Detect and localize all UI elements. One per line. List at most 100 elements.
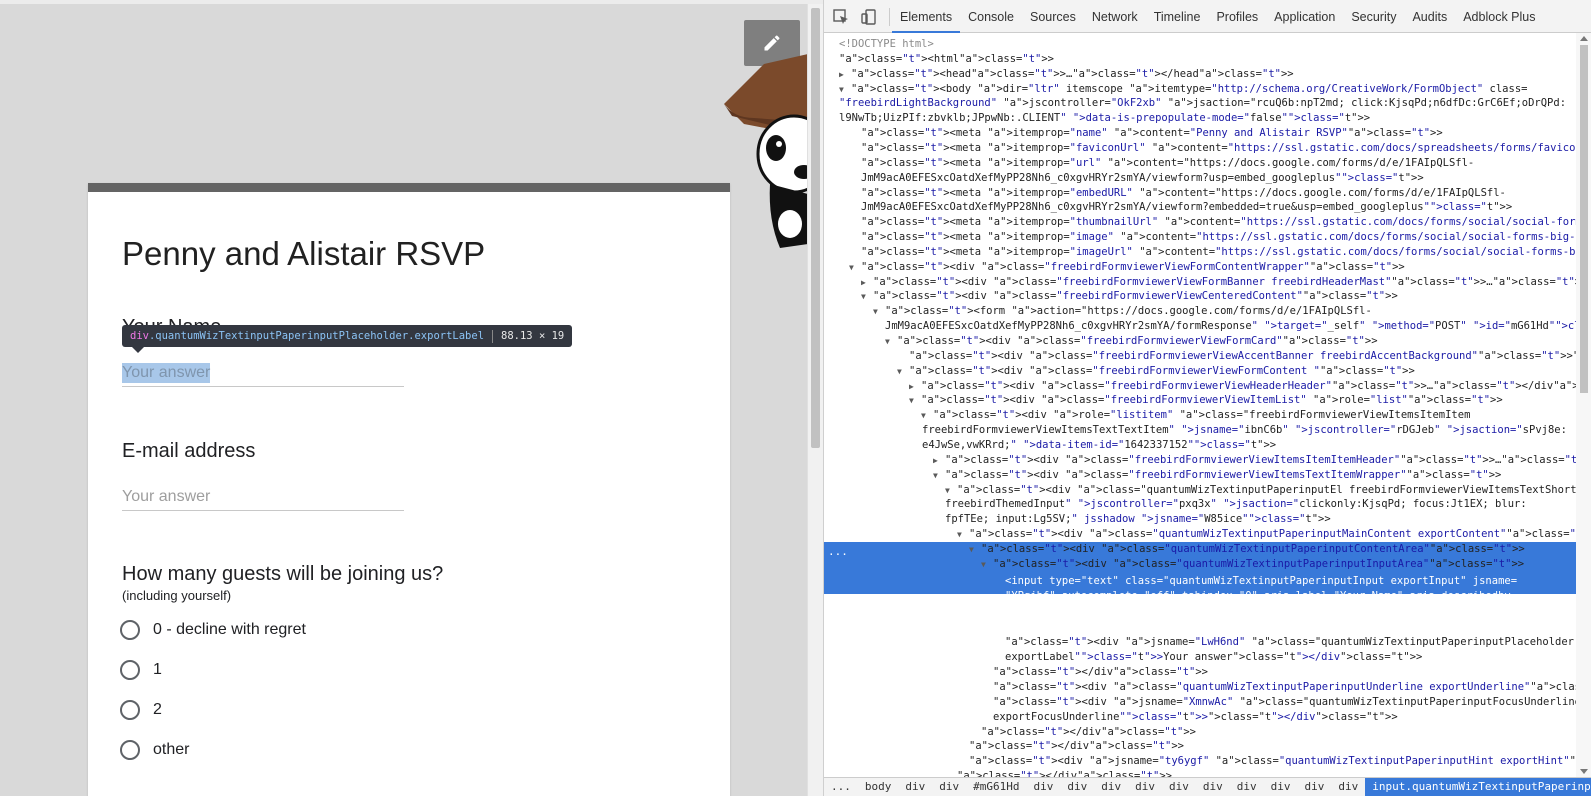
radio-option-0[interactable]: 0 - decline with regret [120,618,306,642]
breadcrumb-item[interactable]: div [1264,778,1298,796]
collapse-arrow-icon[interactable]: ▼ [969,543,974,558]
dom-line[interactable]: "a">class="t"><div "a">jsname="LwH6nd" "… [1005,635,1574,650]
breadcrumb-item[interactable]: div [1230,778,1264,796]
collapse-arrow-icon[interactable]: ▼ [839,83,844,98]
tab-security[interactable]: Security [1343,0,1404,33]
breadcrumb-item[interactable]: div [1094,778,1128,796]
tab-network[interactable]: Network [1084,0,1146,33]
dom-line[interactable]: "YPqjbf" autocomplete="off" tabindex="0"… [1005,589,1517,604]
radio-option-1[interactable]: 1 [120,658,162,682]
dom-line[interactable]: fpfTEe; input:Lg5SV;" jsshadow ">jsname=… [945,512,1331,527]
dom-tree-scrollbar-thumb[interactable] [1580,45,1588,393]
expand-arrow-icon[interactable]: ▶ [909,380,914,395]
tab-audits[interactable]: Audits [1404,0,1455,33]
dom-tree[interactable]: ... <input type="text" class="quantumWiz… [824,33,1576,777]
radio-button[interactable] [120,700,140,720]
dom-line[interactable]: <input type="text" class="quantumWizText… [1005,574,1517,589]
collapse-arrow-icon[interactable]: ▼ [945,484,950,499]
dom-line[interactable]: "a">class="t"><div "a">class="freebirdFo… [909,349,1576,364]
tab-profiles[interactable]: Profiles [1208,0,1266,33]
expand-arrow-icon[interactable]: ▶ [861,276,866,291]
dom-line[interactable]: l9NwTb;UizPIf:zbvklb;JPpwNb:.CLIENT" ">d… [839,111,1370,126]
dom-line[interactable]: "a">class="t"><div "a">class="quantumWiz… [993,557,1524,572]
dom-line[interactable]: "a">class="t"><meta "a">itemprop="thumbn… [861,215,1576,230]
tab-application[interactable]: Application [1266,0,1343,33]
dom-line[interactable]: "a">class="t"><meta "a">itemprop="embedU… [861,186,1506,201]
collapse-arrow-icon[interactable]: ▼ [981,558,986,573]
dom-line[interactable]: "a">class="t"><div "a">jsname="XmnwAc" "… [993,695,1576,710]
device-toolbar-icon[interactable] [860,8,878,26]
expand-arrow-icon[interactable]: ▶ [839,68,844,83]
collapse-arrow-icon[interactable]: ▼ [885,335,890,350]
radio-button[interactable] [120,660,140,680]
inspect-element-icon[interactable] [832,8,850,26]
dom-line[interactable]: "a">class="t"><meta "a">itemprop="name" … [861,126,1443,141]
scroll-up-arrow-icon[interactable] [1580,36,1588,41]
dom-line[interactable]: "a">class="t"></div"a">class="t">> [957,769,1172,777]
collapse-arrow-icon[interactable]: ▼ [957,528,962,543]
dom-line[interactable]: "a">class="t"><meta "a">itemprop="image"… [861,230,1576,245]
breadcrumb-item[interactable]: div [932,778,966,796]
dom-line[interactable]: "i.desc.1642337152 i.err.1642337152" nam… [1005,604,1523,619]
dom-line[interactable]: "a">class="t"><body "a">dir="ltr" itemsc… [851,82,1527,97]
radio-button[interactable] [120,740,140,760]
dom-line[interactable]: initial-dir="auto" data-initial-value> =… [1005,618,1283,633]
collapse-arrow-icon[interactable]: ▼ [933,469,938,484]
dom-line[interactable]: "a">class="t"><meta "a">itemprop="imageU… [861,245,1576,260]
dom-line[interactable]: JmM9acA0EFESxcOatdXefMyPP28Nh6_c0xgvHRYr… [885,319,1576,334]
tab-adblock-plus[interactable]: Adblock Plus [1455,0,1543,33]
collapse-arrow-icon[interactable]: ▼ [921,409,926,424]
breadcrumb-item[interactable]: input.quantumWizTextinputPaperinputInput… [1365,778,1591,796]
expand-arrow-icon[interactable]: ▶ [933,454,938,469]
radio-option-2[interactable]: 2 [120,698,162,722]
dom-line[interactable]: "a">class="t"><form "a">action="https://… [885,304,1372,319]
dom-line[interactable]: "a">class="t"><div "a">class="freebirdFo… [945,453,1576,468]
dom-line[interactable]: "a">class="t"><div "a">class="freebirdFo… [861,260,1405,275]
dom-line[interactable]: "a">class="t"></div"a">class="t">> [981,725,1196,740]
breadcrumb-item[interactable]: div [1196,778,1230,796]
email-answer-input[interactable]: Your answer [122,487,404,511]
dom-line[interactable]: <!DOCTYPE html> [839,37,934,52]
dom-line[interactable]: "freebirdLightBackground" "a">jscontroll… [839,96,1566,111]
dom-line[interactable]: "a">class="t"><meta "a">itemprop="favico… [861,141,1576,156]
radio-option-other[interactable]: other [120,738,189,762]
dom-line[interactable]: e4JwSe,vwKRrd;" ">data-item-id="16423371… [922,438,1276,453]
dom-line[interactable]: "a">class="t"><div "a">class="freebirdFo… [921,379,1576,394]
dom-line[interactable]: "a">class="t"><div "a">class="freebirdFo… [873,275,1576,290]
dom-line[interactable]: "a">class="t"><div "a">class="freebirdFo… [945,468,1501,483]
collapse-arrow-icon[interactable]: ▼ [861,290,866,305]
dom-line[interactable]: "a">class="t"><div "a">jsname="ty6ygf" "… [969,754,1576,769]
dom-line[interactable]: "a">class="t"><div "a">class="freebirdFo… [873,289,1398,304]
dom-line[interactable]: "a">class="t"><div "a">class="quantumWiz… [969,527,1576,542]
page-scrollbar-thumb[interactable] [811,8,820,448]
dom-tree-scrollbar[interactable] [1576,33,1591,777]
dom-line[interactable]: freebirdThemedInput" ">jscontroller="pxq… [945,497,1527,512]
collapse-arrow-icon[interactable]: ▼ [849,261,854,276]
dom-line[interactable]: "a">class="t"><div "a">class="freebirdFo… [897,334,1378,349]
breadcrumb-item[interactable]: div [1297,778,1331,796]
dom-line[interactable]: freebirdFormviewerViewItemsTextTextItem"… [922,423,1567,438]
dom-line[interactable]: exportFocusUnderline"">class="t">>">clas… [993,710,1398,725]
dom-line[interactable]: JmM9acA0EFESxcOatdXefMyPP28Nh6_c0xgvHRYr… [861,200,1512,215]
dom-line[interactable]: "a">class="t"><meta "a">itemprop="url" "… [861,156,1474,171]
collapse-arrow-icon[interactable]: ▼ [909,394,914,409]
dom-line[interactable]: "a">class="t"><div "a">class="freebirdFo… [909,364,1415,379]
dom-line[interactable]: "a">class="t"><div "a">class="freebirdFo… [921,393,1503,408]
dom-line[interactable]: "a">class="t"><div "a">class="quantumWiz… [981,542,1525,557]
dom-line[interactable]: "a">class="t"></div"a">class="t">> [969,739,1184,754]
breadcrumb-item[interactable]: body [858,778,899,796]
breadcrumb-item[interactable]: div [1026,778,1060,796]
breadcrumb-item[interactable]: div [898,778,932,796]
dom-line[interactable]: "a">class="t"></div"a">class="t">> [993,665,1208,680]
breadcrumb-item[interactable]: div [1060,778,1094,796]
collapse-arrow-icon[interactable]: ▼ [873,305,878,320]
dom-line[interactable]: "a">class="t"><div "a">class="quantumWiz… [957,483,1576,498]
dom-line[interactable]: exportLabel"">class="t">>Your answer">cl… [1005,650,1422,665]
collapse-arrow-icon[interactable]: ▼ [897,365,902,380]
breadcrumb-item[interactable]: div [1128,778,1162,796]
dom-line[interactable]: "a">class="t"><div "a">role="listitem" "… [933,408,1470,423]
radio-button[interactable] [120,620,140,640]
breadcrumb-item[interactable]: div [1331,778,1365,796]
tab-elements[interactable]: Elements [892,0,961,33]
dom-line[interactable]: "a">class="t"><head"a">class="t">>…"a">c… [851,67,1294,82]
